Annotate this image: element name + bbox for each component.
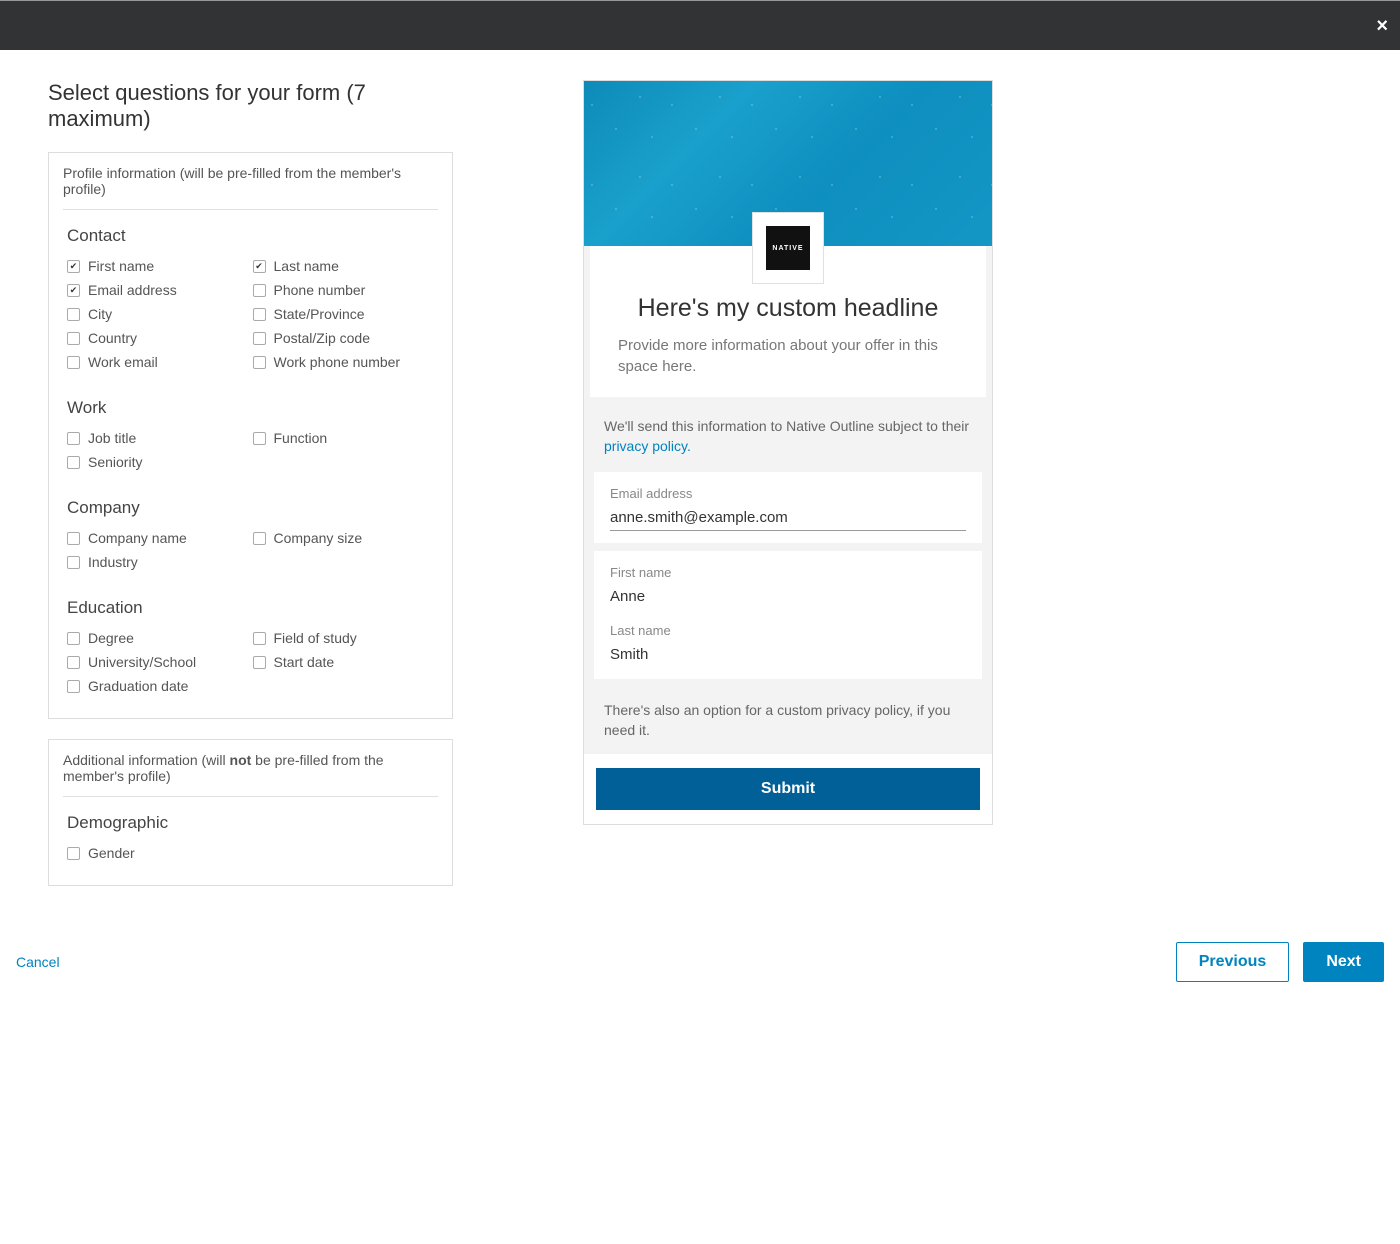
- checkbox-label: Company name: [88, 530, 187, 546]
- checkbox[interactable]: [67, 308, 80, 321]
- checkbox[interactable]: [67, 556, 80, 569]
- checkbox-option[interactable]: Gender: [67, 845, 253, 861]
- checkbox-label: Postal/Zip code: [274, 330, 371, 346]
- checkbox[interactable]: [67, 632, 80, 645]
- checkbox-option[interactable]: State/Province: [253, 306, 439, 322]
- checkbox-label: Field of study: [274, 630, 357, 646]
- checkbox-option[interactable]: Function: [253, 430, 439, 446]
- checkbox-label: Country: [88, 330, 137, 346]
- section-title: Work: [67, 398, 438, 418]
- checkbox[interactable]: [253, 308, 266, 321]
- previous-button[interactable]: Previous: [1176, 942, 1290, 982]
- checkbox[interactable]: [253, 532, 266, 545]
- field-value[interactable]: Smith: [610, 646, 966, 667]
- checkbox-label: City: [88, 306, 112, 322]
- checkbox-label: First name: [88, 258, 154, 274]
- checkbox-label: Industry: [88, 554, 138, 570]
- checkbox[interactable]: [67, 456, 80, 469]
- checkbox-label: University/School: [88, 654, 196, 670]
- checkbox-label: Graduation date: [88, 678, 188, 694]
- checkbox-option[interactable]: Work phone number: [253, 354, 439, 370]
- preview-field: Email address anne.smith@example.com: [594, 472, 982, 543]
- checkbox-option[interactable]: Field of study: [253, 630, 439, 646]
- checkbox-label: Degree: [88, 630, 134, 646]
- field-label: Last name: [610, 623, 966, 638]
- checkbox[interactable]: [253, 632, 266, 645]
- checkbox[interactable]: [67, 332, 80, 345]
- close-icon[interactable]: ×: [1376, 15, 1388, 38]
- field-label: First name: [610, 565, 966, 580]
- checkbox[interactable]: [67, 847, 80, 860]
- footer: Cancel Previous Next: [0, 926, 1400, 998]
- field-label: Email address: [610, 486, 966, 501]
- checkbox[interactable]: [253, 260, 266, 273]
- preview-note: There's also an option for a custom priv…: [584, 687, 992, 754]
- checkbox-label: Company size: [274, 530, 363, 546]
- top-bar: ×: [0, 0, 1400, 50]
- preview-subtext: Provide more information about your offe…: [618, 335, 958, 377]
- checkbox[interactable]: [253, 432, 266, 445]
- checkbox-label: Phone number: [274, 282, 366, 298]
- form-preview: NATIVE Here's my custom headline Provide…: [583, 80, 993, 825]
- section-title: Company: [67, 498, 438, 518]
- preview-field-group: First name Anne Last name Smith: [594, 551, 982, 679]
- field-value[interactable]: Anne: [610, 588, 966, 609]
- checkbox-label: Last name: [274, 258, 339, 274]
- checkbox[interactable]: [67, 432, 80, 445]
- checkbox-option[interactable]: Job title: [67, 430, 253, 446]
- additional-info-card: Additional information (will not be pre-…: [48, 739, 453, 886]
- card-heading: Profile information (will be pre-filled …: [63, 165, 438, 210]
- checkbox[interactable]: [253, 284, 266, 297]
- checkbox-option[interactable]: Work email: [67, 354, 253, 370]
- submit-button[interactable]: Submit: [596, 768, 980, 810]
- section-title: Contact: [67, 226, 438, 246]
- checkbox-option[interactable]: First name: [67, 258, 253, 274]
- checkbox-option[interactable]: Postal/Zip code: [253, 330, 439, 346]
- checkbox-label: Function: [274, 430, 328, 446]
- checkbox-label: State/Province: [274, 306, 365, 322]
- checkbox-option[interactable]: Last name: [253, 258, 439, 274]
- checkbox-label: Work phone number: [274, 354, 401, 370]
- checkbox[interactable]: [253, 656, 266, 669]
- checkbox-option[interactable]: University/School: [67, 654, 253, 670]
- checkbox-option[interactable]: Email address: [67, 282, 253, 298]
- checkbox[interactable]: [67, 680, 80, 693]
- checkbox-option[interactable]: Graduation date: [67, 678, 253, 694]
- checkbox[interactable]: [253, 332, 266, 345]
- checkbox-label: Email address: [88, 282, 177, 298]
- next-button[interactable]: Next: [1303, 942, 1384, 982]
- checkbox[interactable]: [67, 356, 80, 369]
- field-value[interactable]: anne.smith@example.com: [610, 509, 966, 531]
- section-title: Education: [67, 598, 438, 618]
- checkbox-option[interactable]: Degree: [67, 630, 253, 646]
- checkbox[interactable]: [67, 260, 80, 273]
- checkbox-option[interactable]: Country: [67, 330, 253, 346]
- preview-headline: Here's my custom headline: [618, 294, 958, 323]
- checkbox-option[interactable]: Company size: [253, 530, 439, 546]
- section-title: Demographic: [67, 813, 438, 833]
- checkbox[interactable]: [67, 532, 80, 545]
- card-heading: Additional information (will not be pre-…: [63, 752, 438, 797]
- preview-hero: NATIVE: [584, 81, 992, 246]
- privacy-policy-link[interactable]: privacy policy.: [604, 438, 691, 454]
- checkbox-label: Start date: [274, 654, 335, 670]
- checkbox-label: Gender: [88, 845, 135, 861]
- checkbox[interactable]: [253, 356, 266, 369]
- cancel-link[interactable]: Cancel: [16, 954, 60, 970]
- checkbox-option[interactable]: Start date: [253, 654, 439, 670]
- checkbox[interactable]: [67, 284, 80, 297]
- checkbox-option[interactable]: City: [67, 306, 253, 322]
- preview-disclosure: We'll send this information to Native Ou…: [584, 397, 992, 472]
- checkbox-label: Seniority: [88, 454, 142, 470]
- checkbox-option[interactable]: Industry: [67, 554, 253, 570]
- checkbox-option[interactable]: Seniority: [67, 454, 253, 470]
- checkbox-option[interactable]: Phone number: [253, 282, 439, 298]
- checkbox-label: Job title: [88, 430, 136, 446]
- checkbox[interactable]: [67, 656, 80, 669]
- checkbox-option[interactable]: Company name: [67, 530, 253, 546]
- checkbox-label: Work email: [88, 354, 158, 370]
- profile-info-card: Profile information (will be pre-filled …: [48, 152, 453, 719]
- company-logo: NATIVE: [752, 212, 824, 284]
- page-title: Select questions for your form (7 maximu…: [48, 80, 453, 132]
